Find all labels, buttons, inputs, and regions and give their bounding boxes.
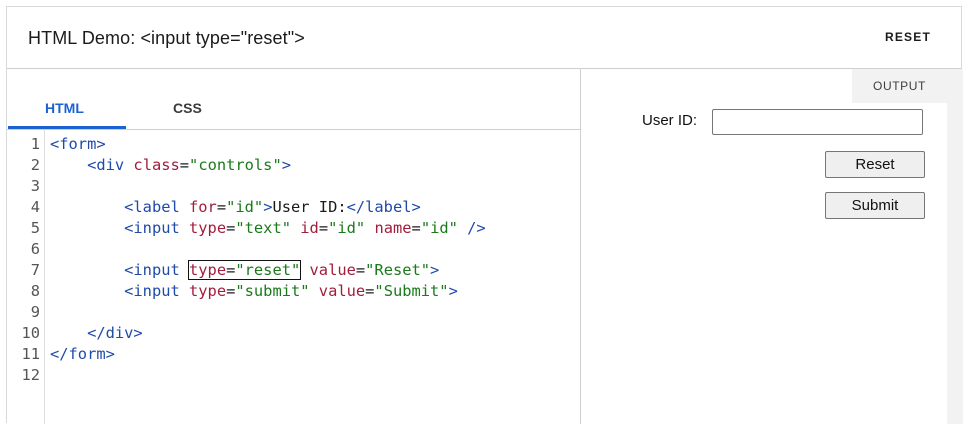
code-token: "id": [328, 219, 366, 237]
output-pane: OUTPUT User ID: Reset Submit: [581, 69, 963, 424]
code-token: <label: [124, 198, 190, 216]
line-number: 6: [30, 240, 40, 258]
line-number: 5: [30, 219, 40, 237]
code-line: <input type="text" id="id" name="id" />: [50, 218, 486, 239]
code-line: </form>: [50, 344, 115, 365]
demo-frame: HTML Demo: <input type="reset"> RESET HT…: [6, 6, 963, 424]
line-number: 2: [30, 156, 40, 174]
code-editor[interactable]: 1 <form> 2 <div class="controls"> 3 4 <l…: [7, 130, 580, 424]
line-number: 12: [21, 366, 40, 384]
code-token: "id": [226, 198, 264, 216]
code-line: <form>: [50, 134, 106, 155]
code-token: />: [457, 219, 486, 237]
code-token: <input: [124, 282, 190, 300]
code-token: >: [281, 156, 291, 174]
tab-css[interactable]: CSS: [173, 100, 202, 116]
editor-tabs: HTML CSS: [7, 69, 580, 130]
editor-pane: HTML CSS 1 <form> 2 <div class="controls…: [7, 69, 581, 424]
code-token: <input: [124, 261, 190, 279]
code-token: value: [309, 261, 356, 279]
code-token: class: [133, 156, 180, 174]
output-tab: OUTPUT: [852, 69, 947, 103]
user-id-input[interactable]: [712, 109, 923, 135]
active-tab-indicator: [8, 126, 126, 129]
code-token: <form>: [50, 135, 106, 153]
code-line: <label for="id">User ID:</label>: [50, 197, 421, 218]
code-token: </div>: [50, 324, 143, 342]
code-token: =: [179, 156, 190, 174]
code-line: <div class="controls">: [50, 155, 291, 176]
code-token: </form>: [50, 345, 115, 363]
reset-button[interactable]: Reset: [825, 151, 925, 178]
code-line: <input type="reset" value="Reset">: [50, 260, 439, 281]
code-token: =: [216, 198, 227, 216]
code-token: =: [411, 219, 421, 237]
code-token: User ID:: [272, 198, 347, 216]
code-line: <input type="submit" value="Submit">: [50, 281, 458, 302]
code-token: "submit": [235, 282, 310, 300]
line-number: 4: [30, 198, 40, 216]
code-token: type: [189, 282, 227, 300]
user-id-label: User ID:: [642, 112, 698, 129]
code-token: =: [226, 219, 236, 237]
output-scrollbar[interactable]: [947, 69, 963, 424]
page-title: HTML Demo: <input type="reset">: [28, 28, 305, 48]
code-token: value: [318, 282, 366, 300]
line-number: 1: [30, 135, 40, 153]
code-token: "Reset": [365, 261, 431, 279]
highlighted-token: type="reset": [188, 260, 302, 280]
code-token: type: [189, 261, 227, 279]
code-token: type: [189, 219, 227, 237]
code-token: "id": [420, 219, 458, 237]
code-token: id: [300, 219, 319, 237]
code-token: <div: [87, 156, 134, 174]
code-token: "text": [235, 219, 291, 237]
tab-html[interactable]: HTML: [45, 100, 84, 116]
code-token: name: [374, 219, 412, 237]
code-token: "reset": [235, 261, 301, 279]
line-number: 7: [30, 261, 40, 279]
line-number: 3: [30, 177, 40, 195]
code-token: "controls": [189, 156, 282, 174]
demo-header: HTML Demo: <input type="reset"> RESET: [7, 7, 961, 69]
line-number: 10: [21, 324, 40, 342]
code-token: </label>: [346, 198, 421, 216]
code-token: >: [430, 261, 440, 279]
code-token: =: [318, 219, 329, 237]
line-number: 9: [30, 303, 40, 321]
code-line: </div>: [50, 323, 143, 344]
code-token: =: [355, 261, 366, 279]
code-token: =: [226, 261, 236, 279]
code-token: for: [189, 198, 217, 216]
submit-button[interactable]: Submit: [825, 192, 925, 219]
line-number: 8: [30, 282, 40, 300]
code-token: "Submit": [374, 282, 449, 300]
code-token: =: [226, 282, 236, 300]
reset-demo-button[interactable]: RESET: [885, 30, 931, 44]
code-token: <input: [124, 219, 190, 237]
line-number: 11: [21, 345, 40, 363]
code-token: >: [448, 282, 458, 300]
